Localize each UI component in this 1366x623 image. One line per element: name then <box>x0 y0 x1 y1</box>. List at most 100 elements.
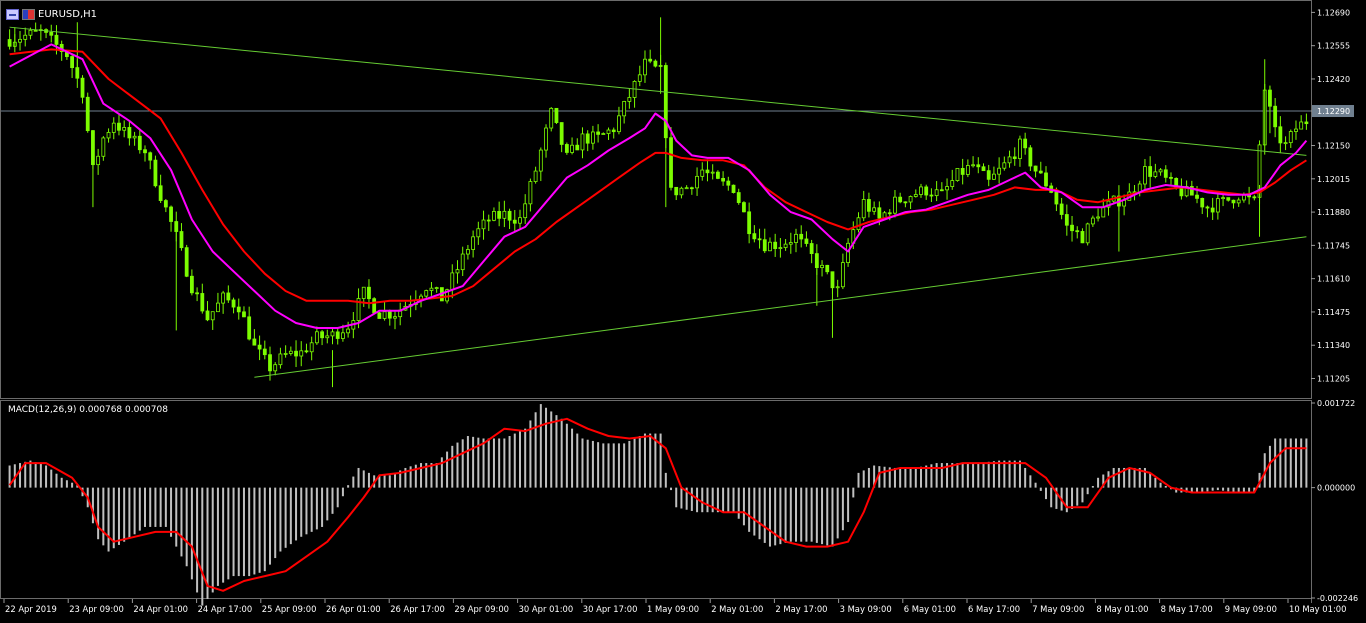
time-axis-label: 1 May 09:00 <box>647 604 699 614</box>
symbol-header: EURUSD,H1 <box>6 7 97 21</box>
candle-body <box>1242 194 1246 201</box>
candle-body <box>591 131 595 144</box>
macd-histogram-bar <box>1133 467 1136 488</box>
candle-body <box>877 207 882 219</box>
macd-histogram-bar <box>690 487 693 511</box>
macd-histogram-bar <box>581 438 584 488</box>
candle-body <box>101 137 106 157</box>
candle-body <box>768 241 772 252</box>
macd-histogram-bar <box>185 487 188 567</box>
macd-histogram-bar <box>841 487 844 531</box>
candle-body <box>1023 138 1028 149</box>
time-axis-label: 7 May 09:00 <box>1032 604 1084 614</box>
macd-histogram-bar <box>774 487 777 546</box>
candle-body <box>262 348 267 356</box>
macd-histogram-bar <box>326 487 329 521</box>
macd-histogram-bar <box>534 412 537 488</box>
macd-histogram-bar <box>1201 487 1204 492</box>
candle-body <box>512 219 517 224</box>
price-axis-label: 1.11475 <box>1317 308 1350 317</box>
macd-histogram-bar <box>253 487 256 575</box>
candle-body <box>148 152 153 161</box>
trendline <box>9 26 1307 156</box>
candle-body <box>361 286 366 299</box>
candle-body <box>783 243 788 248</box>
macd-histogram-bar <box>112 487 115 549</box>
candle-body <box>867 199 871 212</box>
candle-body <box>981 166 986 172</box>
candle-body <box>528 181 533 205</box>
candle-body <box>887 212 892 215</box>
candle-body <box>585 133 590 144</box>
candle-body <box>1033 165 1038 172</box>
macd-histogram-bar <box>727 487 730 513</box>
candle-body <box>163 200 168 208</box>
macd-histogram-bar <box>201 487 204 606</box>
chart-canvas[interactable]: 1.12690 1.12555 1.12420 1.12150 1.12015 1.118… <box>0 0 1366 619</box>
candle-body <box>471 236 476 250</box>
macd-histogram-bar <box>300 487 303 537</box>
price-axis-label: 1.12555 <box>1317 42 1350 51</box>
macd-histogram-bar <box>466 436 469 488</box>
candle-body <box>700 169 705 177</box>
candle-body <box>54 34 59 45</box>
candle-body <box>908 196 913 203</box>
candle-body <box>715 171 720 179</box>
candle-body <box>564 144 569 153</box>
candle-body <box>570 144 574 153</box>
candle-body <box>231 299 236 308</box>
macd-histogram-bar <box>768 487 771 547</box>
price-axis-label: 1.11745 <box>1317 241 1350 250</box>
time-axis-label: 6 May 17:00 <box>968 604 1020 614</box>
macd-histogram-bar <box>597 442 600 488</box>
time-axis-label: 25 Apr 09:00 <box>262 604 317 614</box>
candle-body <box>33 29 38 32</box>
macd-histogram-bar <box>732 487 735 513</box>
candle-body <box>247 316 252 340</box>
candle-body <box>799 233 804 240</box>
candle-body <box>820 264 824 269</box>
macd-histogram-bar <box>1159 482 1162 488</box>
candle-body <box>7 39 12 47</box>
price-axis-label: 1.11205 <box>1317 375 1350 384</box>
macd-histogram-bar <box>602 443 605 488</box>
candle-body <box>70 56 74 69</box>
candle-body <box>965 165 970 175</box>
macd-histogram-bar <box>643 433 646 488</box>
macd-histogram-bar <box>508 436 511 488</box>
candle-body <box>757 238 762 241</box>
candle-body <box>1054 191 1059 205</box>
chart-window[interactable]: 1.12690 1.12555 1.12420 1.12150 1.12015 1.118… <box>0 0 1366 619</box>
candle-body <box>132 135 137 139</box>
candle-body <box>976 164 981 168</box>
macd-histogram-bar <box>503 438 506 488</box>
macd-histogram-bar <box>331 487 334 514</box>
current-price-label: 1.12290 <box>1317 107 1350 116</box>
macd-histogram-bar <box>748 487 751 532</box>
macd-histogram-bar <box>1112 467 1115 488</box>
macd-histogram-bar <box>617 443 620 488</box>
candle-body <box>200 293 205 312</box>
macd-histogram-bar <box>518 431 521 488</box>
candle-body <box>705 169 710 174</box>
macd-histogram-bar <box>1050 487 1053 508</box>
time-axis-label: 24 Apr 17:00 <box>198 604 253 614</box>
candle-body <box>137 135 142 151</box>
macd-histogram-bar <box>565 423 568 488</box>
time-axis-label: 8 May 17:00 <box>1161 604 1213 614</box>
candle-body <box>554 107 559 123</box>
candle-body <box>497 211 502 219</box>
macd-histogram-bar <box>362 470 365 488</box>
candle-body <box>341 332 345 339</box>
time-axis-label: 2 May 01:00 <box>711 604 763 614</box>
macd-histogram-bar <box>498 438 501 488</box>
macd-histogram-bar <box>117 487 120 545</box>
macd-histogram-bar <box>1029 475 1032 488</box>
candle-body <box>117 122 121 131</box>
macd-histogram-bar <box>664 472 667 488</box>
macd-histogram-bar <box>357 467 360 488</box>
time-axis-label: 23 Apr 09:00 <box>69 604 124 614</box>
macd-histogram-bar <box>784 487 787 543</box>
candle-body <box>242 311 246 318</box>
macd-histogram-bar <box>258 487 261 573</box>
